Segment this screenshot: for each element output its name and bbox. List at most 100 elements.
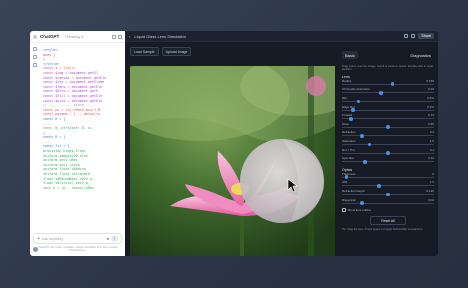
search-icon[interactable]	[33, 55, 37, 59]
back-icon[interactable]: ‹	[129, 34, 130, 39]
slider-row: Refraction Depth 0.120	[340, 189, 436, 198]
slider-row: Radius 0.155	[340, 79, 436, 88]
slider-knob[interactable]	[390, 82, 395, 87]
slider-row: Saturation 1.0	[340, 139, 436, 148]
controls-panel: Basic Diagnostics Drag a lens over the i…	[340, 45, 436, 256]
slider-row: Glow 0.55	[340, 122, 436, 131]
slider-row: Edge blur 0.3%	[340, 105, 436, 114]
slider-label: Glow	[342, 121, 349, 126]
slider-knob[interactable]	[349, 116, 354, 121]
slider-value: 0.14	[428, 113, 434, 118]
chat-input[interactable]: Ask anything	[42, 237, 105, 241]
slider-knob[interactable]	[386, 192, 390, 197]
app-header: ‹ Liquid Glass Lens Simulation Share	[125, 31, 438, 42]
disclaimer: ChatGPT can make mistakes. Check importa…	[37, 244, 118, 253]
slider-label: Chromatic aberration	[342, 87, 371, 92]
slider-track[interactable]	[342, 133, 434, 138]
slider-value: 1.5	[429, 180, 434, 185]
slider-knob[interactable]	[378, 91, 383, 95]
slider-knob[interactable]	[367, 142, 372, 147]
image-canvas[interactable]	[130, 66, 335, 256]
desktop-background: ChatGPT · Thinking ∨ <style> body {} </st…	[0, 0, 468, 288]
slider-label: Saturation	[342, 138, 356, 143]
slider-value: 0.22	[428, 156, 434, 161]
slider-value: 0	[432, 171, 434, 176]
chat-header: ChatGPT · Thinking ∨	[30, 31, 125, 43]
slider-label: Refraction Depth	[342, 188, 365, 193]
slider-label: Radius	[342, 78, 352, 83]
slider-knob[interactable]	[351, 108, 355, 112]
slider-row: IOR 1.5	[340, 180, 436, 189]
download-icon[interactable]	[411, 34, 416, 38]
slider-track[interactable]	[342, 159, 434, 164]
share-button[interactable]: Share	[418, 33, 434, 39]
library-icon[interactable]	[33, 63, 37, 67]
load-sample-button[interactable]: Load Sample	[130, 47, 159, 56]
slider-track[interactable]	[342, 192, 434, 197]
slider-track[interactable]	[342, 116, 434, 121]
tab-diagnostics[interactable]: Diagnostics	[407, 51, 434, 59]
slider-value: 0.1	[429, 147, 434, 152]
chat-title[interactable]: ChatGPT	[40, 34, 59, 39]
avatar[interactable]	[33, 247, 38, 252]
slider-track[interactable]	[342, 201, 434, 205]
slider-label: Thickness	[342, 171, 356, 176]
new-chat-icon[interactable]	[33, 47, 37, 51]
slider-row: Dispersion 0.02	[340, 198, 436, 207]
panel-footer: Tip: drag the lens. Press space to toggl…	[342, 227, 424, 232]
upload-image-button[interactable]: Upload Image	[161, 47, 192, 56]
outline-checkbox-label: Show lens outline	[347, 208, 372, 213]
menu-icon[interactable]	[33, 34, 37, 39]
lens-controls: Radius 0.155 Chromatic aberration 0.02 Blur 0…	[340, 79, 436, 165]
reset-all-button[interactable]: Reset All	[370, 216, 406, 226]
slider-track[interactable]	[342, 175, 434, 180]
slider-knob[interactable]	[356, 99, 361, 104]
slider-track[interactable]	[342, 99, 434, 104]
slider-track[interactable]	[342, 142, 434, 147]
outline-checkbox[interactable]	[342, 208, 346, 212]
optics-controls: Thickness 0 IOR 1.5 Refraction Depth 0.120 Dis…	[340, 172, 436, 206]
code-block: <style> body {} </style> const $ = (id)=> c…	[43, 48, 122, 190]
plus-icon[interactable]: +	[37, 236, 40, 242]
slider-value: 0.55	[428, 121, 434, 126]
chat-panel: ChatGPT · Thinking ∨ <style> body {} </st…	[30, 31, 125, 256]
slider-track[interactable]	[342, 125, 434, 130]
slider-knob[interactable]	[344, 175, 349, 180]
slider-knob[interactable]	[360, 133, 365, 138]
slider-knob[interactable]	[386, 125, 390, 130]
slider-knob[interactable]	[386, 151, 390, 155]
slider-row: Blur 0.5%	[340, 96, 436, 105]
share-icon[interactable]	[112, 34, 116, 39]
outline-toggle-row[interactable]: Show lens outline	[340, 208, 436, 212]
code-line: vec2 h = (p - uLens)/uRes	[43, 185, 95, 190]
chat-side-icons	[33, 47, 37, 67]
slider-label: Refraction	[342, 130, 356, 135]
slider-value: 0.02	[428, 87, 434, 92]
slider-track[interactable]	[342, 108, 434, 112]
slider-row: Thickness 0	[340, 172, 436, 181]
slider-track[interactable]	[342, 151, 434, 155]
slider-knob[interactable]	[376, 183, 381, 188]
more-icon[interactable]	[118, 34, 122, 39]
app-title: Liquid Glass Lens Simulation	[134, 33, 186, 39]
slider-value: 0.02	[428, 197, 434, 202]
image-toolbar: Load Sample Upload Image	[130, 47, 192, 56]
slider-row: Rim / Tint 0.1	[340, 148, 436, 157]
slider-knob[interactable]	[360, 201, 365, 205]
lotus-photo	[130, 66, 335, 256]
tab-basic[interactable]: Basic	[342, 51, 358, 59]
slider-label: IOR	[342, 180, 348, 185]
slider-track[interactable]	[342, 183, 434, 188]
slider-track[interactable]	[342, 91, 434, 95]
mic-icon[interactable]: ●	[107, 236, 109, 241]
copy-icon[interactable]	[404, 34, 409, 38]
send-button[interactable]: ↑	[111, 235, 118, 242]
slider-knob[interactable]	[363, 159, 367, 164]
panel-note: Drag a lens over the image. Scroll or pi…	[342, 64, 434, 72]
chat-input-box[interactable]: + Ask anything ● ↑	[33, 233, 122, 244]
model-selector[interactable]: · Thinking ∨	[62, 34, 84, 39]
slider-track[interactable]	[342, 82, 434, 87]
slider-value: 0.155	[426, 78, 434, 83]
slider-label: Dispersion	[342, 197, 357, 202]
slider-row: Refraction 0.2	[340, 130, 436, 139]
